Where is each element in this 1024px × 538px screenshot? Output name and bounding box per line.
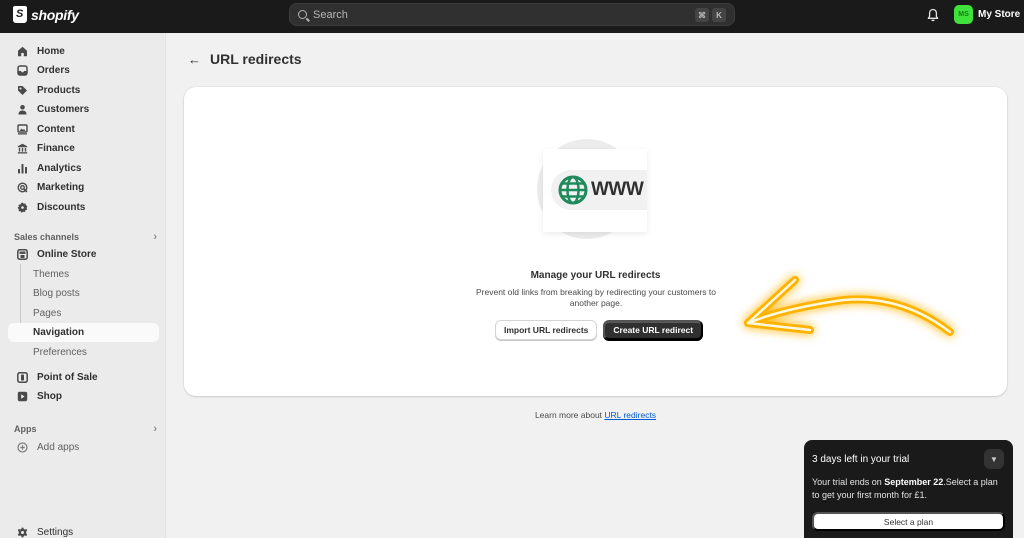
sidebar-item-online-store[interactable]: Online Store (8, 245, 159, 264)
search-input[interactable]: Search ⌘ K (289, 3, 735, 26)
sidebar-item-settings[interactable]: Settings (8, 523, 159, 538)
url-redirects-link[interactable]: URL redirects (604, 410, 656, 420)
page-header: ← URL redirects (188, 51, 302, 67)
store-name: My Store (978, 9, 1021, 20)
shopify-logo[interactable]: shopify (13, 6, 79, 23)
tag-icon (16, 85, 28, 97)
target-icon (16, 182, 28, 194)
online-store-icon (16, 249, 28, 261)
empty-state-description: Prevent old links from breaking by redir… (476, 287, 716, 308)
empty-state-actions: Import URL redirects Create URL redirect (495, 320, 704, 340)
search-shortcut: ⌘ K (695, 8, 726, 22)
chevron-right-icon: › (153, 231, 157, 243)
sidebar-item-label: Settings (37, 527, 74, 538)
sidebar-subitem-themes[interactable]: Themes (8, 265, 159, 284)
sidebar-subitem-label: Preferences (33, 347, 87, 358)
shop-icon (16, 391, 28, 403)
sidebar-item-label: Add apps (37, 442, 80, 453)
bar-chart-icon (16, 163, 28, 175)
pos-icon (16, 372, 28, 384)
annotation-arrow-icon (744, 276, 954, 336)
sidebar-item-label: Point of Sale (37, 372, 98, 383)
sidebar-subitem-label: Themes (33, 269, 70, 280)
sidebar-item-analytics[interactable]: Analytics (8, 159, 159, 178)
top-bar: shopify Search ⌘ K MS My Store (0, 0, 1024, 33)
sidebar-subitem-label: Blog posts (33, 288, 80, 299)
shopify-bag-icon (13, 6, 27, 23)
sidebar-item-label: Finance (37, 143, 75, 154)
page-title: URL redirects (210, 51, 302, 67)
sidebar-subitem-blog-posts[interactable]: Blog posts (8, 284, 159, 303)
sidebar-item-label: Marketing (37, 182, 85, 193)
sidebar-item-label: Orders (37, 65, 70, 76)
sidebar-item-label: Home (37, 46, 65, 57)
sidebar-subitem-label: Navigation (33, 327, 85, 338)
globe-icon (558, 175, 588, 205)
illustration-url-bar: WWW (551, 170, 647, 210)
avatar: MS (954, 5, 973, 24)
sidebar-item-label: Products (37, 85, 81, 96)
trial-title: 3 days left in your trial (812, 454, 910, 465)
sales-channels-header[interactable]: Sales channels › (14, 231, 159, 243)
notification-bell-icon[interactable] (927, 8, 939, 22)
trial-banner: 3 days left in your trial ▼ Your trial e… (804, 440, 1013, 538)
sidebar-item-label: Content (37, 124, 75, 135)
shortcut-key-cmd: ⌘ (695, 8, 709, 22)
home-icon (16, 46, 28, 58)
search-placeholder: Search (313, 8, 348, 21)
learn-more-prefix: Learn more about (534, 410, 605, 420)
trial-body-prefix: Your trial ends on (812, 477, 885, 487)
sidebar-subitem-preferences[interactable]: Preferences (8, 343, 159, 362)
sidebar-item-label: Analytics (37, 163, 82, 174)
sidebar-item-marketing[interactable]: Marketing (8, 178, 159, 197)
back-arrow-icon[interactable]: ← (188, 52, 201, 67)
apps-header[interactable]: Apps › (14, 423, 159, 435)
create-url-redirect-button[interactable]: Create URL redirect (603, 320, 704, 340)
sidebar-item-discounts[interactable]: Discounts (8, 198, 159, 217)
sidebar-subitem-pages[interactable]: Pages (8, 304, 159, 323)
gear-icon (16, 527, 28, 538)
person-icon (16, 104, 28, 116)
orders-icon (16, 65, 28, 77)
discount-icon (16, 202, 28, 214)
bank-icon (16, 143, 28, 155)
shortcut-key-k: K (712, 8, 726, 22)
trial-description: Your trial ends on September 22.Select a… (812, 476, 1002, 502)
learn-more-text: Learn more about URL redirects (184, 410, 1007, 420)
sales-channels-heading: Sales channels (14, 232, 80, 242)
sidebar-item-orders[interactable]: Orders (8, 61, 159, 80)
brand-name: shopify (31, 6, 79, 23)
store-menu[interactable]: MS My Store (954, 5, 1020, 24)
apps-heading: Apps (14, 424, 37, 434)
sidebar-subitem-label: Pages (33, 308, 62, 319)
sidebar-item-add-apps[interactable]: Add apps (8, 438, 159, 457)
sidebar: Home Orders Products Customers Content F… (0, 33, 166, 538)
import-url-redirects-button[interactable]: Import URL redirects (495, 320, 598, 340)
add-circle-icon (16, 442, 28, 454)
select-plan-button[interactable]: Select a plan (812, 512, 1005, 531)
content-icon (16, 124, 28, 136)
sidebar-item-finance[interactable]: Finance (8, 139, 159, 158)
sidebar-item-shop[interactable]: Shop (8, 387, 159, 406)
sidebar-item-label: Discounts (37, 202, 86, 213)
trial-end-date: September 22 (884, 477, 944, 487)
sidebar-item-label: Online Store (37, 249, 97, 260)
sidebar-item-home[interactable]: Home (8, 42, 159, 61)
sidebar-item-products[interactable]: Products (8, 81, 159, 100)
illustration-www-text: WWW (591, 179, 644, 200)
chevron-right-icon: › (153, 423, 157, 435)
sidebar-item-label: Shop (37, 391, 62, 402)
sidebar-subitem-navigation[interactable]: Navigation (8, 323, 159, 342)
sidebar-item-content[interactable]: Content (8, 120, 159, 139)
search-icon (298, 10, 307, 19)
sidebar-item-point-of-sale[interactable]: Point of Sale (8, 368, 159, 387)
sidebar-item-label: Customers (37, 104, 90, 115)
chevron-down-icon[interactable]: ▼ (984, 449, 1004, 469)
sidebar-item-customers[interactable]: Customers (8, 100, 159, 119)
